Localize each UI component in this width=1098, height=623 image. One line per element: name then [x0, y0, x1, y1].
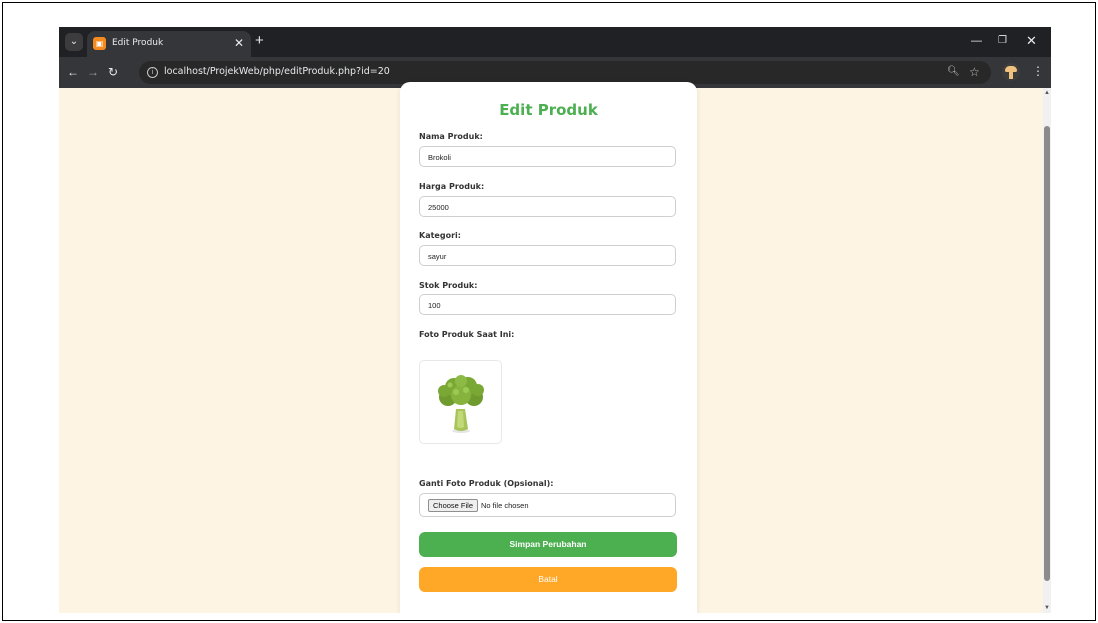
edit-product-card: Edit Produk Nama Produk: Brokoli Harga P…: [400, 82, 697, 613]
forward-icon[interactable]: →: [87, 65, 99, 79]
address-bar[interactable]: i localhost/ProjekWeb/php/editProduk.php…: [139, 61, 991, 84]
file-status-text: No file chosen: [481, 501, 529, 510]
page-title: Edit Produk: [499, 101, 598, 119]
tab-search-icon[interactable]: ⌄: [65, 33, 83, 51]
kategori-input[interactable]: sayur: [419, 245, 676, 266]
minimize-icon[interactable]: —: [971, 33, 982, 49]
file-input[interactable]: Choose File No file chosen: [419, 493, 676, 517]
scroll-up-icon[interactable]: ▲: [1043, 88, 1051, 98]
tab-strip: ⌄ ▣ Edit Produk ✕ + — ❐ ✕: [59, 27, 1051, 57]
foto-saat-ini-label: Foto Produk Saat Ini:: [419, 330, 515, 339]
tab-close-icon[interactable]: ✕: [234, 36, 244, 50]
zoom-icon[interactable]: 🔍︎: [947, 66, 960, 77]
back-icon[interactable]: ←: [67, 65, 79, 79]
stok-produk-label: Stok Produk:: [419, 281, 478, 290]
url-text: localhost/ProjekWeb/php/editProduk.php?i…: [164, 66, 390, 77]
broccoli-image: [438, 375, 484, 433]
nama-produk-label: Nama Produk:: [419, 132, 483, 141]
scroll-down-icon[interactable]: ▼: [1043, 603, 1051, 613]
new-tab-icon[interactable]: +: [255, 32, 264, 50]
tab-edit-produk[interactable]: ▣ Edit Produk ✕: [87, 31, 251, 57]
harga-produk-input[interactable]: 25000: [419, 196, 676, 217]
stok-produk-input[interactable]: 100: [419, 294, 676, 315]
menu-kebab-icon[interactable]: ⋮: [1032, 64, 1044, 78]
browser-window: ⌄ ▣ Edit Produk ✕ + — ❐ ✕ ← → ↻ i localh…: [59, 27, 1051, 613]
harga-produk-value: 25000: [428, 203, 449, 212]
product-photo: [419, 360, 502, 444]
page-viewport: Edit Produk Nama Produk: Brokoli Harga P…: [59, 82, 1051, 613]
kategori-value: sayur: [428, 252, 447, 261]
profile-avatar[interactable]: [1002, 63, 1020, 81]
nama-produk-value: Brokoli: [428, 153, 451, 162]
favicon-icon: ▣: [93, 37, 106, 50]
kategori-label: Kategori:: [419, 231, 461, 240]
stok-produk-value: 100: [428, 301, 441, 310]
reload-icon[interactable]: ↻: [108, 65, 118, 79]
scrollbar-thumb[interactable]: [1044, 126, 1050, 581]
bookmark-star-icon[interactable]: ☆: [969, 65, 980, 79]
window-close-icon[interactable]: ✕: [1026, 33, 1037, 49]
harga-produk-label: Harga Produk:: [419, 182, 485, 191]
batal-button[interactable]: Batal: [419, 567, 677, 592]
restore-icon[interactable]: ❐: [998, 33, 1007, 49]
tab-title: Edit Produk: [112, 38, 164, 48]
choose-file-button[interactable]: Choose File: [428, 499, 479, 512]
ganti-foto-label: Ganti Foto Produk (Opsional):: [419, 479, 554, 488]
nama-produk-input[interactable]: Brokoli: [419, 146, 676, 167]
site-info-icon[interactable]: i: [147, 67, 158, 78]
simpan-perubahan-button[interactable]: Simpan Perubahan: [419, 532, 677, 557]
